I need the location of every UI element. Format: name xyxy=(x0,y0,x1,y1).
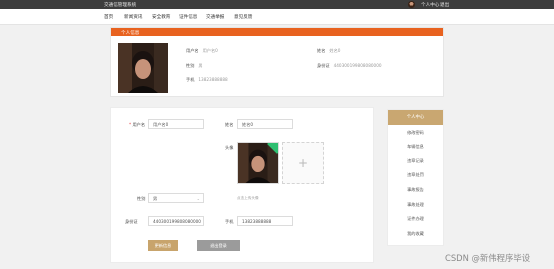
avatar-label: 头像 xyxy=(225,145,234,150)
phone-input[interactable]: 13823888888 xyxy=(237,216,293,226)
nav-item-report[interactable]: 交通举报 xyxy=(206,14,224,20)
side-item-favorites[interactable]: 我的收藏 xyxy=(388,231,443,237)
save-button[interactable]: 更新信息 xyxy=(148,240,178,251)
profile-photo xyxy=(118,43,168,93)
username-label-text: 用户名 xyxy=(132,122,146,127)
chevron-down-icon: ⌄ xyxy=(196,196,200,202)
profile-card: 个人信息 用户名 用户名0 姓名 姓名0 性别男 身份证 44030019980808… xyxy=(110,27,444,97)
logout-link[interactable]: 退出 xyxy=(440,2,449,8)
nav-item-home[interactable]: 首页 xyxy=(104,14,113,20)
username-label: * 用户名 xyxy=(129,122,145,128)
nav-item-certificates[interactable]: 证件信息 xyxy=(179,14,197,20)
gender-label: 性别 xyxy=(137,196,146,201)
profile-idcard: 身份证 440300199808080000 xyxy=(317,63,382,69)
profile-username: 用户名 用户名0 xyxy=(186,48,218,54)
nav-item-feedback[interactable]: 意见反馈 xyxy=(234,14,252,20)
main-nav: 首页 新闻资讯 安全教育 证件信息 交通举报 意见反馈 xyxy=(0,9,554,25)
profile-name-value: 姓名0 xyxy=(329,48,341,53)
phone-label: 手机 xyxy=(225,219,234,224)
logout-button[interactable]: 退出登录 xyxy=(197,240,240,251)
gender-select-value: 男 xyxy=(153,196,158,202)
profile-username-label: 用户名 xyxy=(186,48,199,53)
profile-header: 个人信息 xyxy=(111,28,443,36)
nav-item-news[interactable]: 新闻资讯 xyxy=(124,14,142,20)
app-title: 交通信管理系统 xyxy=(104,3,137,8)
name-label: 姓名 xyxy=(225,122,234,127)
gender-select[interactable]: 男 ⌄ xyxy=(148,193,204,203)
side-menu: 个人中心 修改密码 车辆信息 违章记录 违章处罚 事故报告 事故处理 证件办理 … xyxy=(387,109,444,246)
profile-gender-value: 男 xyxy=(198,63,203,68)
top-bar: 交通信管理系统 个人中心 退出 xyxy=(0,0,554,9)
watermark: CSDN @新伟程序毕设 xyxy=(445,253,531,263)
avatar-preview[interactable] xyxy=(237,142,279,184)
nav-item-safety[interactable]: 安全教育 xyxy=(152,14,170,20)
side-item-certificate-apply[interactable]: 证件办理 xyxy=(388,216,443,222)
side-item-penalties[interactable]: 违章处罚 xyxy=(388,172,443,178)
profile-idcard-label: 身份证 xyxy=(317,63,330,68)
profile-gender: 性别男 xyxy=(186,63,203,69)
username-input[interactable]: 用户名0 xyxy=(148,119,204,129)
side-item-accident-handling[interactable]: 事故处理 xyxy=(388,202,443,208)
profile-username-value: 用户名0 xyxy=(202,48,218,53)
side-item-vehicles[interactable]: 车辆信息 xyxy=(388,144,443,150)
profile-name: 姓名 姓名0 xyxy=(317,48,340,54)
side-menu-header: 个人中心 xyxy=(388,110,443,125)
upload-plus-icon[interactable]: + xyxy=(282,142,324,184)
profile-idcard-value: 440300199808080000 xyxy=(333,63,382,68)
user-center-link[interactable]: 个人中心 xyxy=(421,2,439,8)
idcard-label: 身份证 xyxy=(125,219,138,224)
profile-phone-label: 手机 xyxy=(186,77,195,82)
avatar[interactable] xyxy=(408,1,415,8)
side-item-change-password[interactable]: 修改密码 xyxy=(388,130,443,136)
upload-hint: 点击上传头像 xyxy=(237,196,259,200)
profile-name-label: 姓名 xyxy=(317,48,326,53)
edit-profile-form: * 用户名 用户名0 姓名 姓名0 头像 + 点击上传头像 性别 男 ⌄ 身份证… xyxy=(110,107,374,263)
profile-phone-value: 13823888888 xyxy=(198,77,228,82)
required-mark: * xyxy=(129,122,132,127)
side-item-accident-report[interactable]: 事故报告 xyxy=(388,187,443,193)
name-input[interactable]: 姓名0 xyxy=(237,119,293,129)
idcard-input[interactable]: 440300199808080000 xyxy=(148,216,204,226)
side-item-violations[interactable]: 违章记录 xyxy=(388,158,443,164)
profile-header-title: 个人信息 xyxy=(121,30,140,36)
profile-gender-label: 性别 xyxy=(186,63,195,68)
profile-phone: 手机 13823888888 xyxy=(186,77,228,83)
